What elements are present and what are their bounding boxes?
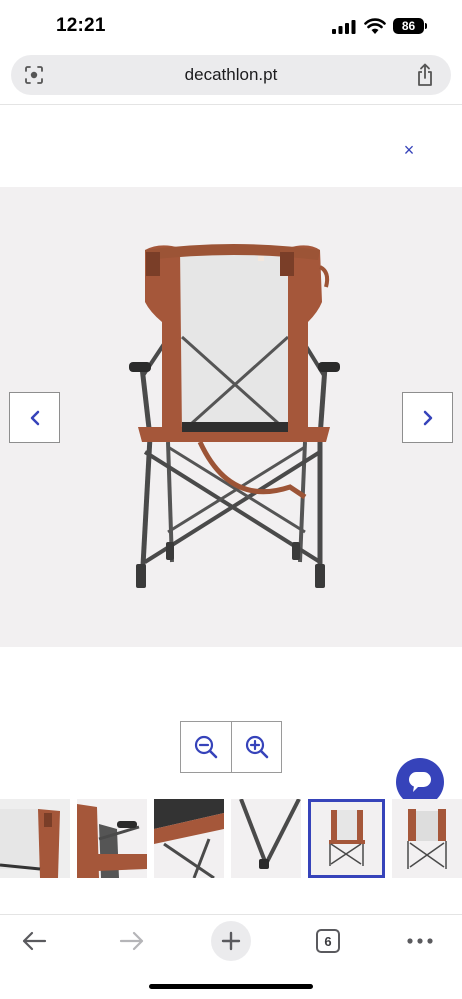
status-time: 12:21 [56,15,106,36]
home-indicator [149,984,313,989]
battery-tip [425,23,427,29]
new-tab-button[interactable] [211,921,251,961]
chevron-right-icon [423,410,432,425]
thumbnail-image [231,799,301,878]
thumbnail-strip [0,799,462,878]
tabs-button[interactable]: 6 [308,921,348,961]
thumbnail-backrest[interactable] [0,799,70,878]
thumbnail-image [392,799,462,878]
zoom-in-icon [245,735,268,759]
thumbnail-frame[interactable] [154,799,224,878]
chat-bubble-icon [409,772,431,792]
browser-toolbar: 6 [0,915,462,965]
thumbnail-image [77,799,147,878]
arrow-right-icon [119,931,144,951]
zoom-out-icon [194,735,218,759]
new-tab-circle [211,921,251,961]
zoom-in-button[interactable] [231,722,281,772]
thumbnail-legs[interactable] [231,799,301,878]
wifi-icon [364,18,386,34]
plus-icon [221,931,241,951]
thumbnail-image [311,802,382,875]
arrow-left-icon [22,931,47,951]
tabs-count: 6 [316,929,340,953]
zoom-controls [180,721,282,773]
more-dots-icon [407,938,433,944]
share-icon[interactable] [415,63,435,87]
next-image-button[interactable] [402,392,453,443]
close-button[interactable]: × [398,139,420,161]
thumbnail-armrest[interactable] [77,799,147,878]
status-bar: 12:21 86 [0,0,462,52]
forward-button[interactable] [112,921,152,961]
thumbnail-image [0,799,70,878]
thumbnail-front-selected[interactable] [308,799,385,878]
url-text[interactable]: decathlon.pt [11,65,451,85]
url-bar[interactable]: decathlon.pt [11,55,451,95]
cellular-signal-icon [332,20,356,34]
battery-icon: 86 [393,18,424,34]
thumbnail-rear[interactable] [392,799,462,878]
back-button[interactable] [14,921,54,961]
zoom-out-button[interactable] [181,722,231,772]
previous-image-button[interactable] [9,392,60,443]
product-image [0,187,462,647]
thumbnail-image [154,799,224,878]
more-menu-button[interactable] [400,921,440,961]
divider [0,104,462,105]
screen: 12:21 86 decathlon.pt × 6 [0,0,462,999]
chevron-left-icon [30,410,39,425]
folding-chair-image [129,244,340,588]
